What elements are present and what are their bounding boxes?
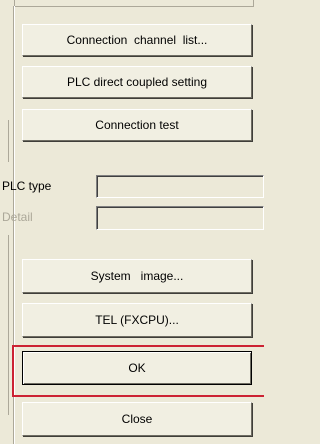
plc-direct-coupled-setting-button[interactable]: PLC direct coupled setting: [22, 66, 252, 98]
detail-label: Detail: [2, 210, 33, 224]
plc-type-field[interactable]: [96, 175, 264, 198]
left-edge-marker: [8, 120, 14, 162]
top-frame-edge: [14, 0, 254, 7]
connection-channel-list-button[interactable]: Connection channel list...: [22, 24, 252, 56]
close-button[interactable]: Close: [22, 402, 252, 436]
plc-type-label: PLC type: [2, 179, 52, 193]
connection-test-button[interactable]: Connection test: [22, 109, 252, 141]
ok-button[interactable]: OK: [22, 351, 252, 385]
detail-field: [96, 206, 264, 230]
tel-fxcpu-button[interactable]: TEL (FXCPU)...: [22, 303, 252, 337]
system-image-button[interactable]: System image...: [22, 259, 252, 293]
